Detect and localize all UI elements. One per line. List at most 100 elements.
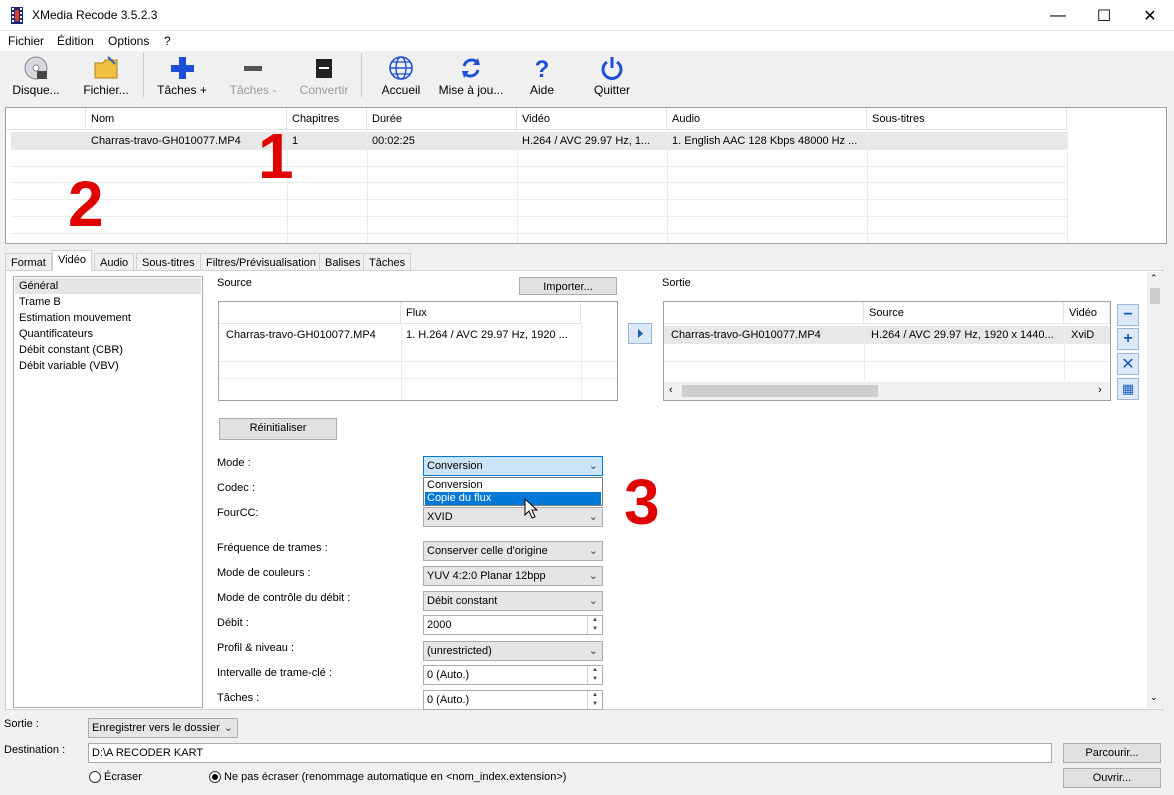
destination-label: Destination : [4,744,66,756]
framerate-select[interactable]: Conserver celle d'origine ⌄ [423,541,603,561]
list-item-vbv[interactable]: Débit variable (VBV) [19,360,119,372]
remove-stream-button[interactable]: − [1117,304,1139,326]
header-duration[interactable]: Durée [367,108,517,130]
tab-tags[interactable]: Balises [319,253,367,271]
destination-value: D:\A RECODER KART [92,747,204,759]
spin-buttons[interactable]: ▲ ▼ [587,691,602,709]
output-cell-source: H.264 / AVC 29.97 Hz, 1920 x 1440... [871,329,1054,341]
delete-stream-button[interactable]: ✕ [1117,353,1139,375]
scrollbar-thumb[interactable] [682,385,878,397]
cell-name: Charras-travo-GH010077.MP4 [91,135,241,147]
import-button[interactable]: Importer... [519,277,617,295]
browse-button[interactable]: Parcourir... [1063,743,1161,763]
convert-button[interactable]: Convertir [296,51,352,99]
scrollbar-thumb[interactable] [1150,288,1160,304]
file-list[interactable]: Nom Chapitres Durée Vidéo Audio Sous-tit… [5,107,1167,244]
header-chapters[interactable]: Chapitres [287,108,367,130]
help-button[interactable]: ? Aide [514,51,570,99]
minimize-icon: — [1050,6,1066,24]
menu-edit[interactable]: Édition [57,34,94,48]
scroll-left-icon[interactable]: ‹ [669,384,673,396]
add-stream-button[interactable] [628,323,652,344]
mode-select[interactable]: Conversion ⌄ [423,456,603,476]
scroll-down-icon[interactable]: ⌄ [1150,692,1158,703]
source-stream-list[interactable]: Flux Charras-travo-GH010077.MP4 1. H.264… [218,301,618,401]
scroll-right-icon[interactable]: › [1098,384,1102,396]
app-film-icon [11,7,23,24]
tab-subtitles[interactable]: Sous-titres [136,253,201,271]
tab-format[interactable]: Format [5,253,52,271]
maximize-button[interactable]: ☐ [1081,0,1127,31]
spin-buttons[interactable]: ▲ ▼ [587,616,602,634]
grid-line [664,361,1110,362]
header-name[interactable]: Nom [86,108,287,130]
horizontal-scrollbar[interactable]: ‹ › [664,382,1110,400]
menu-options[interactable]: Options [108,34,149,48]
add-output-stream-button[interactable]: + [1117,328,1139,350]
list-item-quantizers[interactable]: Quantificateurs [19,328,93,340]
file-button[interactable]: Fichier... [78,51,134,99]
threads-input[interactable]: 0 (Auto.) ▲ ▼ [423,690,603,710]
grid-line [219,361,617,362]
clapper-icon [316,59,332,78]
chevron-down-icon: ⌄ [588,545,598,557]
open-button[interactable]: Ouvrir... [1063,768,1161,788]
header-audio[interactable]: Audio [667,108,867,130]
reset-button[interactable]: Réinitialiser [219,418,337,440]
vertical-scrollbar[interactable]: ⌃ ⌄ [1147,272,1163,708]
list-item-bframe[interactable]: Trame B [19,296,61,308]
grid-line [219,378,617,379]
quit-button[interactable]: Quitter [584,51,640,99]
grid-line [11,233,1067,234]
quit-label: Quitter [593,83,630,97]
home-button[interactable]: Accueil [373,51,429,99]
tab-filters[interactable]: Filtres/Prévisualisation [200,253,323,271]
file-list-header-blank [6,108,86,130]
overwrite-radio[interactable] [89,771,101,783]
list-item-cbr[interactable]: Débit constant (CBR) [19,344,123,356]
spin-buttons[interactable]: ▲ ▼ [587,666,602,684]
grid-line [11,199,1067,200]
table-row[interactable]: Charras-travo-GH010077.MP4 1. H.264 / AV… [219,326,617,344]
mode-option-conversion[interactable]: Conversion [425,479,601,492]
disc-button[interactable]: Disque... [8,51,64,99]
destination-input[interactable]: D:\A RECODER KART [88,743,1052,763]
mode-option-stream-copy[interactable]: Copie du flux [425,492,601,505]
keyframe-input[interactable]: 0 (Auto.) ▲ ▼ [423,665,603,685]
colormode-label: Mode de couleurs : [217,567,311,579]
chevron-down-icon: ⌄ [588,570,598,582]
menu-file[interactable]: Fichier [8,34,44,48]
ratecontrol-select[interactable]: Débit constant ⌄ [423,591,603,611]
output-stream-list[interactable]: Source Vidéo Charras-travo-GH010077.MP4 … [663,301,1111,401]
title-bar: XMedia Recode 3.5.2.3 — ☐ ✕ [0,0,1174,31]
fourcc-label: FourCC: [217,507,259,519]
remove-task-button[interactable]: Tâches - [225,51,281,99]
list-item-motion[interactable]: Estimation mouvement [19,312,131,324]
add-task-label: Tâches + [157,83,207,97]
header-video[interactable]: Vidéo [517,108,667,130]
output-mode-select[interactable]: Enregistrer vers le dossier ⌄ [88,718,238,738]
header-subtitles[interactable]: Sous-titres [867,108,1067,130]
colormode-select[interactable]: YUV 4:2:0 Planar 12bpp ⌄ [423,566,603,586]
mode-dropdown-list[interactable]: Conversion Copie du flux [423,477,603,506]
minimize-button[interactable]: — [1035,0,1081,31]
grid-line [1064,324,1065,380]
add-task-button[interactable]: Tâches + [154,51,210,99]
grid-line [11,166,1067,167]
profile-select[interactable]: (unrestricted) ⌄ [423,641,603,661]
list-item-general[interactable]: Général [19,280,58,292]
fourcc-select[interactable]: XVID ⌄ [423,507,603,527]
stream-settings-button[interactable]: ▦ [1117,378,1139,400]
table-row[interactable]: Charras-travo-GH010077.MP4 H.264 / AVC 2… [664,326,1110,344]
scroll-up-icon[interactable]: ⌃ [1150,273,1158,284]
category-list[interactable]: Général Trame B Estimation mouvement Qua… [13,276,203,708]
menu-help[interactable]: ? [164,34,171,48]
close-button[interactable]: ✕ [1127,0,1173,31]
update-button[interactable]: Mise à jou... [438,51,504,99]
table-row[interactable]: Charras-travo-GH010077.MP4 1 00:02:25 H.… [11,132,1067,150]
tab-tasks[interactable]: Tâches [363,253,412,271]
bitrate-input[interactable]: 2000 ▲ ▼ [423,615,603,635]
tab-video[interactable]: Vidéo [52,250,92,271]
no-overwrite-radio[interactable] [209,771,221,783]
tab-audio[interactable]: Audio [94,253,135,271]
